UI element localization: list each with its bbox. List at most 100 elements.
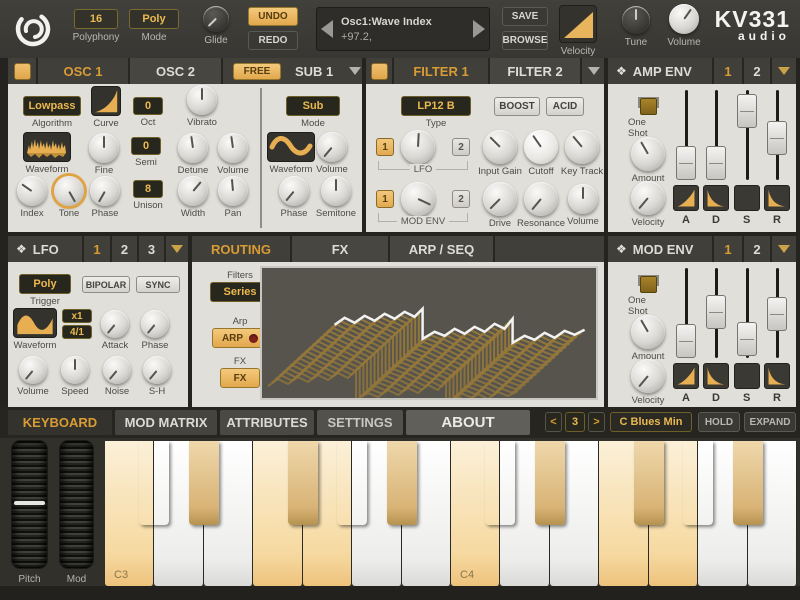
lfo-bipolar-button[interactable]: BIPOLAR [82,276,130,293]
display-next-icon[interactable] [473,20,485,38]
polyphony-value[interactable]: 16 [74,9,118,29]
wavetable-display[interactable] [260,266,598,400]
amp-env-tab-2[interactable]: 2 [744,58,772,84]
amp-env-dropdown-icon[interactable] [778,67,790,75]
lfo-rate-x1[interactable]: x1 [62,309,92,323]
black-key[interactable] [139,441,169,525]
slider-thumb[interactable] [676,146,696,180]
tab-keyboard[interactable]: KEYBOARD [8,410,112,435]
tab-osc1[interactable]: OSC 1 [38,58,130,84]
black-key[interactable] [337,441,367,525]
save-button[interactable]: SAVE [502,7,548,26]
env-slider-a[interactable] [676,90,696,180]
pitch-wheel[interactable] [12,441,47,568]
redo-button[interactable]: REDO [248,31,298,50]
slider-thumb[interactable] [706,295,726,329]
osc-phase-knob[interactable] [90,176,120,206]
tab-arp-seq[interactable]: ARP / SEQ [390,236,495,262]
tab-mod-matrix[interactable]: MOD MATRIX [115,410,217,435]
filter-volume-knob[interactable] [568,184,598,214]
slider-thumb[interactable] [706,146,726,180]
mod-env-tab-1[interactable]: 1 [714,236,744,262]
filter-lfo2-button[interactable]: 2 [452,138,470,156]
filter-modenv1-button[interactable]: 1 [376,190,394,208]
osc-width-knob[interactable] [178,176,208,206]
env-slider-d[interactable] [706,268,726,358]
filter-boost-button[interactable]: BOOST [494,97,540,116]
env-slider-r[interactable] [767,90,787,180]
osc-algorithm-value[interactable]: Lowpass [23,96,81,116]
osc-volume-knob[interactable] [218,133,248,163]
osc-vibrato-knob[interactable] [187,85,217,115]
lfo-sh-knob[interactable] [143,356,171,384]
amp-env-tab-1[interactable]: 1 [714,58,744,84]
sub-phase-knob[interactable] [279,176,309,206]
octave-value[interactable]: 3 [565,412,585,432]
slider-thumb[interactable] [676,324,696,358]
tab-fx[interactable]: FX [292,236,390,262]
browse-button[interactable]: BROWSE [502,31,548,50]
osc-pan-knob[interactable] [218,176,248,206]
lfo-volume-knob[interactable] [19,356,47,384]
sub-volume-knob[interactable] [317,132,347,162]
black-key[interactable] [535,441,565,525]
mod-env-tab-2[interactable]: 2 [744,236,772,262]
env-slider-s[interactable] [737,90,757,180]
filter-drive-knob[interactable] [483,182,517,216]
env-velocity-knob[interactable] [631,181,665,215]
osc-free-button[interactable]: FREE [233,63,281,80]
lfo-noise-knob[interactable] [103,356,131,384]
filter-dropdown-icon[interactable] [588,67,600,75]
lfo-tab-3[interactable]: 3 [139,236,166,262]
osc-semi-value[interactable]: 0 [131,137,161,155]
lfo-speed-knob[interactable] [61,356,89,384]
osc-curve-icon[interactable] [91,86,121,116]
scale-select[interactable]: C Blues Min [610,412,692,432]
tab-routing[interactable]: ROUTING [192,236,292,262]
osc-tone-knob[interactable] [54,176,84,206]
osc-index-knob[interactable] [17,176,47,206]
env-slider-r[interactable] [767,268,787,358]
sub-semitone-knob[interactable] [321,176,351,206]
lfo-attack-knob[interactable] [101,310,129,338]
env-slider-a[interactable] [676,268,696,358]
tab-filter1[interactable]: FILTER 1 [394,58,490,84]
octave-prev-button[interactable]: < [545,412,562,432]
osc-unison-value[interactable]: 8 [133,180,163,198]
one-shot-toggle[interactable] [640,276,657,293]
tab-filter2[interactable]: FILTER 2 [490,58,582,84]
env-amount-knob[interactable] [631,137,665,171]
sub-waveform-icon[interactable] [267,132,315,162]
display-prev-icon[interactable] [321,20,333,38]
black-key[interactable] [733,441,763,525]
black-key[interactable] [634,441,664,525]
slider-thumb[interactable] [767,121,787,155]
velocity-curve-icon[interactable] [559,5,597,43]
hold-button[interactable]: HOLD [698,412,740,432]
undo-button[interactable]: UNDO [248,7,298,26]
mod-wheel[interactable] [60,441,93,568]
lfo-sync-button[interactable]: SYNC [136,276,180,293]
env-velocity-knob[interactable] [631,359,665,393]
osc-oct-value[interactable]: 0 [133,97,163,115]
sub-osc-dropdown-icon[interactable] [349,67,361,75]
master-volume-knob[interactable] [669,4,699,34]
lfo-trigger-value[interactable]: Poly [19,274,71,294]
env-amount-knob[interactable] [631,315,665,349]
filter-modenv2-button[interactable]: 2 [452,190,470,208]
filter-lfo-amount-knob[interactable] [401,130,435,164]
tune-knob[interactable] [622,6,650,34]
black-key[interactable] [683,441,713,525]
slider-thumb[interactable] [737,94,757,128]
env-slider-d[interactable] [706,90,726,180]
lfo-phase-knob[interactable] [141,310,169,338]
lfo-tab-2[interactable]: 2 [112,236,139,262]
black-key[interactable] [189,441,219,525]
tab-settings[interactable]: SETTINGS [317,410,403,435]
filter-lfo1-button[interactable]: 1 [376,138,394,156]
filter-input-gain-knob[interactable] [483,130,517,164]
lfo-dropdown-icon[interactable] [171,245,183,253]
mode-value[interactable]: Poly [129,9,179,29]
filter-key-track-knob[interactable] [565,130,599,164]
filter-resonance-knob[interactable] [524,182,558,216]
